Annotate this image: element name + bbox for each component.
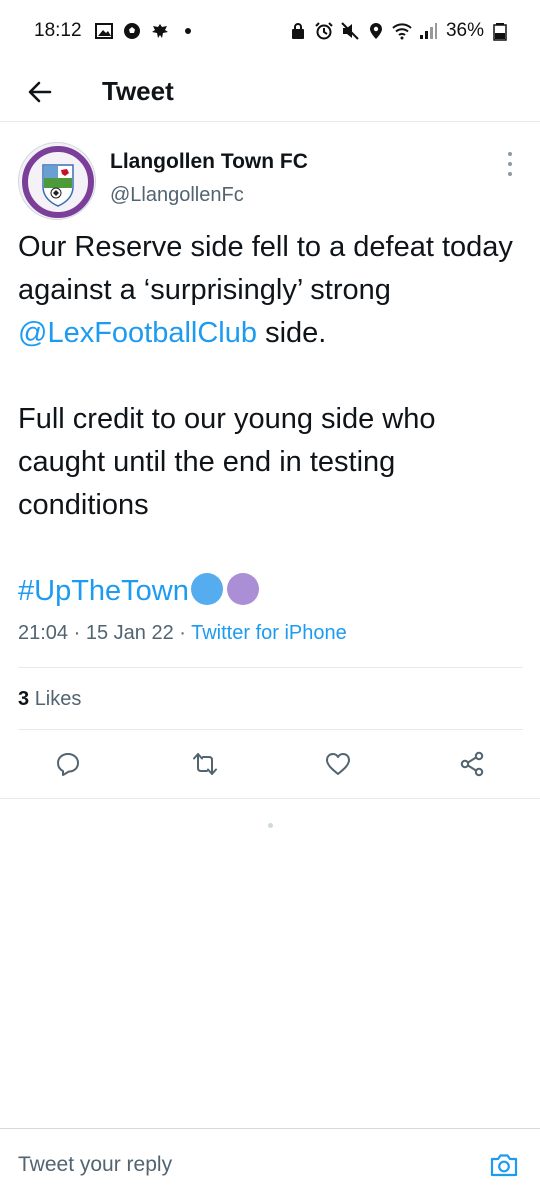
likes-label: Likes [34, 688, 82, 710]
retweet-icon [193, 753, 217, 775]
back-button[interactable] [20, 72, 60, 112]
signal-icon [418, 21, 438, 41]
author-name[interactable]: Llangollen Town FC [110, 150, 308, 174]
divider [0, 798, 540, 799]
retweet-button[interactable] [189, 748, 221, 780]
battery-percent: 36% [445, 20, 484, 41]
tweet-time: 21:04 [18, 622, 69, 644]
more-dot-icon [508, 172, 512, 176]
mute-icon [340, 21, 360, 41]
status-time: 18:12 [34, 20, 82, 41]
tweet-date: 15 Jan 22 [85, 622, 174, 644]
location-icon [366, 21, 386, 41]
meta-separator: · [173, 622, 192, 644]
battery-icon [490, 21, 510, 41]
alarm-icon [314, 21, 334, 41]
camera-icon [490, 1154, 518, 1177]
tweet-paragraph-1: Our Reserve side fell to a defeat today … [18, 226, 523, 355]
page-title: Tweet [102, 76, 174, 106]
tweet-paragraph-3: #UpTheTown [18, 570, 523, 613]
hashtag-link[interactable]: #UpTheTown [18, 575, 189, 607]
reply-button[interactable] [52, 748, 84, 780]
more-options-button[interactable] [500, 152, 520, 176]
tweet-text-segment: Our Reserve side fell to a defeat today … [18, 231, 513, 306]
avatar[interactable] [18, 142, 96, 220]
like-button[interactable] [322, 748, 354, 780]
tweet-author-row: Llangollen Town FC @LlangollenFc [0, 122, 540, 222]
reply-bar [0, 1128, 540, 1200]
football-icon [122, 21, 142, 41]
lock-icon [288, 21, 308, 41]
share-button[interactable] [456, 748, 488, 780]
wifi-icon [392, 21, 412, 41]
meta-separator: · [68, 622, 86, 644]
tweet-text-segment: side. [257, 317, 327, 349]
likes-count-link[interactable]: 3 Likes [18, 688, 81, 711]
tweet-paragraph-2: Full credit to our young side who caught… [18, 403, 436, 521]
image-icon [94, 21, 114, 41]
more-dot-icon [508, 162, 512, 166]
club-crest-icon [21, 145, 95, 219]
divider [18, 667, 523, 668]
tweet-text: Our Reserve side fell to a defeat today … [18, 226, 523, 613]
tweet-actions [0, 730, 540, 798]
mention-link[interactable]: @LexFootballClub [18, 317, 257, 349]
share-icon [460, 751, 484, 777]
loading-indicator [268, 823, 273, 828]
eagle-icon [150, 21, 170, 41]
top-app-bar: Tweet [0, 62, 540, 122]
reply-input[interactable] [18, 1147, 458, 1183]
back-arrow-icon [28, 81, 52, 102]
likes-number: 3 [18, 688, 30, 710]
heart-icon [326, 753, 350, 775]
tweet-meta: 21:04 · 15 Jan 22 · Twitter for iPhone [18, 622, 347, 645]
dot-icon [178, 21, 198, 41]
blue-circle-emoji [190, 573, 223, 605]
tweet-source-link[interactable]: Twitter for iPhone [191, 622, 347, 644]
tweet-detail: Llangollen Town FC @LlangollenFc Our Res… [0, 122, 540, 799]
status-bar: 18:12 36% [0, 0, 540, 62]
reply-icon [57, 753, 79, 776]
more-dot-icon [508, 152, 512, 156]
author-handle[interactable]: @LlangollenFc [110, 184, 244, 207]
camera-button[interactable] [488, 1149, 520, 1181]
purple-circle-emoji [226, 573, 259, 605]
